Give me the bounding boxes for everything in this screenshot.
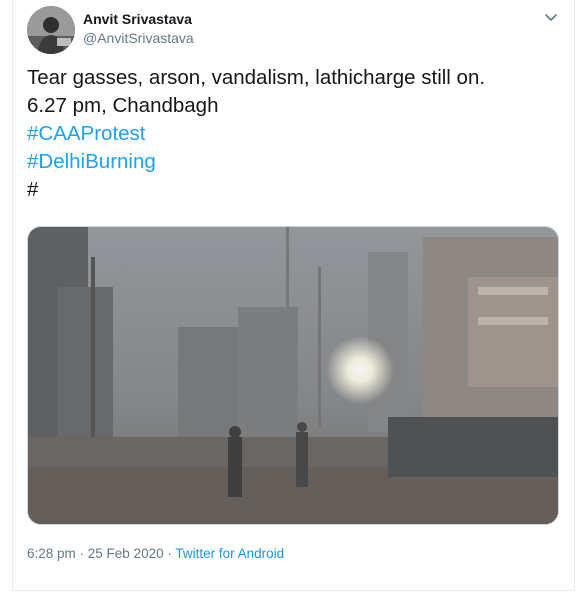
tweet-meta: 6:28 pm · 25 Feb 2020 · Twitter for Andr…: [27, 546, 284, 561]
avatar[interactable]: [27, 6, 75, 54]
tweet-time[interactable]: 6:28 pm: [27, 546, 76, 561]
tweet-text-line: 6.27 pm, Chandbagh: [27, 94, 219, 117]
hashtag-caaprotest[interactable]: #CAAProtest: [27, 120, 557, 148]
tweet-video[interactable]: [27, 226, 559, 525]
separator: ·: [163, 546, 176, 561]
separator: ·: [75, 546, 88, 561]
tweet-text: Tear gasses, arson, vandalism, lathichar…: [27, 64, 557, 204]
author-name[interactable]: Anvit Srivastava: [83, 11, 192, 27]
tweet-text-line: Tear gasses, arson, vandalism, lathichar…: [27, 66, 486, 89]
hashtag-delhiburning[interactable]: #DelhiBurning: [27, 148, 557, 176]
video-frame: [28, 227, 558, 524]
tweet-card: Anvit Srivastava @AnvitSrivastava Tear g…: [12, 0, 575, 591]
hashtag-fragment: #: [27, 178, 39, 201]
tweet-date[interactable]: 25 Feb 2020: [88, 546, 164, 561]
avatar-image: [27, 6, 75, 54]
tweet-source-link[interactable]: Twitter for Android: [175, 546, 284, 561]
author-handle[interactable]: @AnvitSrivastava: [83, 30, 194, 46]
chevron-down-icon[interactable]: [544, 10, 558, 24]
